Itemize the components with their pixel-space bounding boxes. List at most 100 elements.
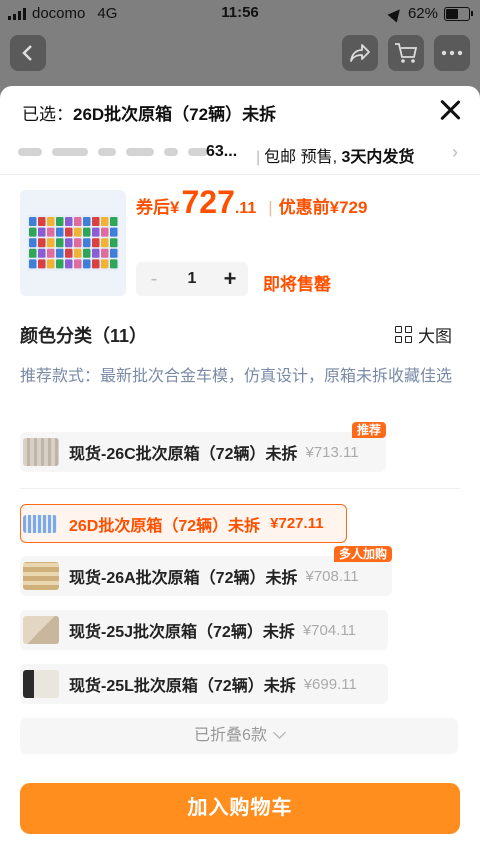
car-package xyxy=(47,238,55,248)
price-block: 券后 ¥ 727 .11 | 优惠前¥729 xyxy=(136,184,367,221)
option-price: ¥708.11 xyxy=(305,567,359,585)
back-button[interactable] xyxy=(10,35,46,71)
chevron-left-icon xyxy=(22,45,32,61)
option-price: ¥713.11 xyxy=(305,443,359,461)
car-package xyxy=(29,227,37,237)
car-package xyxy=(47,227,55,237)
car-package xyxy=(65,227,73,237)
product-image[interactable] xyxy=(20,190,126,296)
car-package xyxy=(92,227,100,237)
car-package xyxy=(56,248,64,258)
car-package xyxy=(29,248,37,258)
presale-label: 预售, xyxy=(300,149,338,166)
car-package xyxy=(92,259,100,269)
car-package xyxy=(38,259,46,269)
free-shipping: 包邮 xyxy=(264,149,297,166)
car-package xyxy=(83,259,91,269)
original-price: | 优惠前¥729 xyxy=(268,198,368,217)
more-button[interactable] xyxy=(434,35,470,71)
share-icon xyxy=(350,44,370,62)
option-26d[interactable]: 26D批次原箱（72辆）未拆 ¥727.11 xyxy=(20,504,347,543)
price-integer: 727 xyxy=(181,184,235,220)
car-package xyxy=(74,259,82,269)
car-package xyxy=(29,217,37,226)
option-price: ¥704.11 xyxy=(302,621,356,639)
battery-percent: 62% xyxy=(407,5,438,22)
car-package xyxy=(29,238,37,248)
folded-label: 已折叠6款 xyxy=(194,727,267,744)
large-view-label: 大图 xyxy=(418,327,452,346)
section-title: 颜色分类（11） xyxy=(20,326,148,346)
plus-button[interactable]: + xyxy=(212,266,248,292)
option-25l[interactable]: 现货-25L批次原箱（72辆）未拆 ¥699.11 xyxy=(20,664,388,704)
shipping-row[interactable]: 63... | 包邮 预售, 3天内发货 › xyxy=(0,134,480,170)
cart-button[interactable] xyxy=(388,35,424,71)
quantity-stepper: - 1 + xyxy=(136,262,248,296)
share-button[interactable] xyxy=(342,35,378,71)
option-26c[interactable]: 现货-26C批次原箱（72辆）未拆 ¥713.11 推荐 xyxy=(20,422,386,472)
add-to-cart-button[interactable]: 加入购物车 xyxy=(20,783,460,834)
more-icon xyxy=(441,50,463,56)
large-view-toggle[interactable]: 大图 xyxy=(395,322,452,347)
divider xyxy=(20,488,460,489)
car-package xyxy=(110,248,118,258)
car-package xyxy=(38,217,46,226)
car-package xyxy=(101,217,109,226)
car-package xyxy=(92,217,100,226)
option-26a[interactable]: 现货-26A批次原箱（72辆）未拆 ¥708.11 多人加购 xyxy=(20,546,392,596)
option-thumbnail xyxy=(23,616,59,644)
car-package xyxy=(29,259,37,269)
car-package xyxy=(101,259,109,269)
original-price-text: 优惠前¥729 xyxy=(278,198,368,217)
car-package xyxy=(65,259,73,269)
car-package xyxy=(110,259,118,269)
car-package xyxy=(65,248,73,258)
car-package xyxy=(110,227,118,237)
car-package xyxy=(74,238,82,248)
divider xyxy=(0,174,480,175)
car-package xyxy=(83,217,91,226)
car-package xyxy=(101,227,109,237)
car-package xyxy=(56,259,64,269)
chevron-down-icon xyxy=(273,726,286,739)
quantity-value[interactable]: 1 xyxy=(172,270,212,288)
coupon-label: 券后 xyxy=(136,198,170,217)
option-price: ¥699.11 xyxy=(303,675,357,693)
stock-status: 即将售罄 xyxy=(263,275,331,294)
selected-summary: 已选：26D批次原箱（72辆）未拆 xyxy=(22,100,276,125)
option-name: 现货-26C批次原箱（72辆）未拆 xyxy=(69,446,298,463)
option-25j[interactable]: 现货-25J批次原箱（72辆）未拆 ¥704.11 xyxy=(20,610,388,650)
expand-folded-button[interactable]: 已折叠6款 xyxy=(20,718,458,754)
car-package xyxy=(92,238,100,248)
close-icon[interactable] xyxy=(436,96,464,124)
car-package xyxy=(83,238,91,248)
status-bar: docomo 4G 11:56 62% xyxy=(0,0,480,28)
car-package xyxy=(110,238,118,248)
option-thumbnail xyxy=(23,514,57,533)
option-name: 现货-25L批次原箱（72辆）未拆 xyxy=(69,678,296,695)
car-package xyxy=(56,227,64,237)
car-package xyxy=(65,238,73,248)
car-package xyxy=(38,238,46,248)
car-package xyxy=(74,248,82,258)
popular-tag: 多人加购 xyxy=(333,546,392,562)
grid-icon xyxy=(395,326,412,343)
car-package xyxy=(56,238,64,248)
delivery-days: 3天内发货 xyxy=(341,149,415,166)
car-package xyxy=(83,248,91,258)
option-price: ¥727.11 xyxy=(270,515,324,532)
price-decimal: .11 xyxy=(234,200,257,217)
recommend-text: 推荐款式：最新批次合金车模，仿真设计，原箱未拆收藏佳选 xyxy=(20,368,453,385)
selected-value: 26D批次原箱（72辆）未拆 xyxy=(73,105,277,124)
car-package xyxy=(74,217,82,226)
option-thumbnail xyxy=(23,438,59,466)
car-package xyxy=(83,227,91,237)
currency: ¥ xyxy=(170,198,180,217)
option-name: 现货-25J批次原箱（72辆）未拆 xyxy=(69,624,295,641)
option-name: 现货-26A批次原箱（72辆）未拆 xyxy=(69,570,298,587)
car-package xyxy=(47,248,55,258)
car-package xyxy=(110,217,118,226)
car-package xyxy=(101,248,109,258)
minus-button[interactable]: - xyxy=(136,268,172,291)
chevron-right-icon: › xyxy=(452,142,458,162)
